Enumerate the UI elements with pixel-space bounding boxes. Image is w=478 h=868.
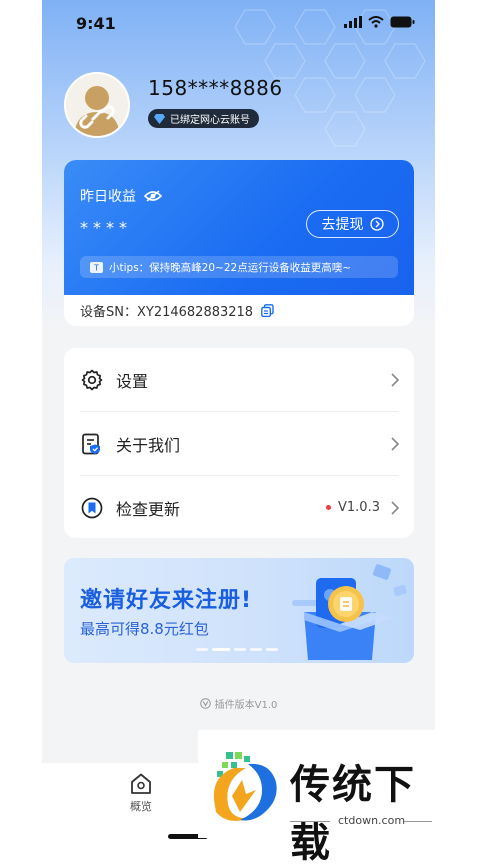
menu-item-label: 检查更新 [116, 499, 181, 519]
banner-title: 邀请好友来注册! [80, 588, 253, 613]
status-time: 9:41 [76, 14, 116, 33]
signal-icon [344, 16, 362, 28]
user-phone-number: 158****8886 [148, 76, 283, 100]
plugin-version: 插件版本V1.0 [42, 696, 435, 711]
tips-text: 小tips：保持晚高峰20~22点运行设备收益更高噢~ [109, 261, 351, 274]
svg-text:T: T [93, 263, 99, 272]
user-avatar-icon [66, 74, 128, 136]
chevron-right-icon [391, 436, 400, 451]
device-sn: 设备SN：XY214682883218 [80, 301, 274, 320]
update-dot [326, 505, 332, 510]
status-icons [344, 16, 415, 28]
gift-box-illustration [292, 564, 407, 660]
menu-item-check-update[interactable]: 检查更新 V1.0.3 [64, 476, 414, 539]
watermark-rule-right [404, 821, 432, 822]
phone-screen: 9:41 158****8886 已绑定网心云账号 昨日收益 **** 去提现 … [42, 0, 435, 850]
earnings-label-text: 昨日收益 [80, 189, 136, 205]
diamond-icon [154, 113, 165, 124]
invite-banner[interactable]: 邀请好友来注册! 最高可得8.8元红包 [64, 558, 414, 663]
version-text: V1.0.3 [338, 500, 380, 515]
plugin-icon [199, 698, 211, 709]
plugin-version-text: 插件版本V1.0 [214, 700, 278, 711]
earnings-label: 昨日收益 [80, 186, 162, 206]
earnings-value: **** [80, 218, 132, 237]
copy-icon[interactable] [261, 304, 274, 317]
arrow-circle-icon [369, 217, 384, 231]
chevron-right-icon [391, 372, 400, 387]
watermark-url: ctdown.com [338, 814, 406, 827]
chevron-right-icon [391, 500, 400, 515]
banner-subtitle: 最高可得8.8元红包 [80, 620, 209, 638]
watermark-rule-left [290, 821, 330, 822]
pagination-dot-active[interactable] [212, 648, 230, 651]
withdraw-button[interactable]: 去提现 [306, 210, 399, 238]
settings-menu: 设置 关于我们 检查更新 V1.0.3 [64, 348, 414, 538]
document-shield-icon [82, 433, 100, 454]
pagination-dot[interactable] [234, 648, 246, 651]
eye-hidden-icon[interactable] [144, 190, 162, 202]
watermark-logo-icon [213, 752, 277, 821]
pagination-dot[interactable] [266, 648, 278, 651]
menu-item-label: 设置 [116, 371, 149, 391]
menu-item-about[interactable]: 关于我们 [64, 412, 414, 475]
watermark: 传统下载 ctdown.com [198, 730, 436, 866]
device-sn-text: 设备SN：XY214682883218 [80, 305, 254, 320]
pagination-dot[interactable] [196, 648, 208, 651]
watermark-text: 传统下载 [290, 762, 416, 866]
earnings-card: 昨日收益 **** 去提现 T 小tips：保持晚高峰20~22点运行设备收益更… [64, 160, 414, 326]
tab-label: 概览 [130, 800, 152, 813]
status-bar: 9:41 [42, 0, 435, 44]
avatar[interactable] [64, 72, 130, 138]
banner-pagination [196, 648, 278, 651]
menu-item-label: 关于我们 [116, 435, 181, 455]
wifi-icon [368, 16, 384, 28]
tips-icon: T [90, 261, 103, 273]
update-icon [81, 497, 103, 518]
menu-item-settings[interactable]: 设置 [64, 348, 414, 411]
tips-bar: T 小tips：保持晚高峰20~22点运行设备收益更高噢~ [80, 256, 398, 278]
gear-icon [81, 369, 103, 390]
pagination-dot[interactable] [250, 648, 262, 651]
home-icon [131, 773, 151, 794]
withdraw-label: 去提现 [321, 217, 364, 233]
account-bind-badge[interactable]: 已绑定网心云账号 [148, 109, 259, 128]
account-bind-text: 已绑定网心云账号 [170, 115, 250, 126]
earnings-panel: 昨日收益 **** 去提现 T 小tips：保持晚高峰20~22点运行设备收益更… [64, 160, 414, 295]
battery-icon [390, 16, 415, 28]
version-indicator: V1.0.3 [326, 500, 380, 515]
